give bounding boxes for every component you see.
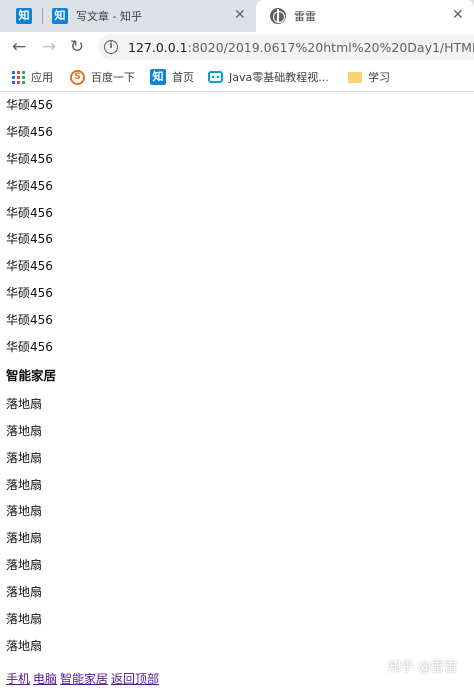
list-item: 华硕456 — [6, 205, 53, 220]
zhihu-icon: 知 — [52, 8, 68, 24]
list-item: 落地扇 — [6, 585, 43, 600]
zhihu-icon: 知 — [16, 8, 32, 24]
list-item: 落地扇 — [6, 477, 43, 492]
folder-icon — [348, 71, 362, 83]
baidu-icon: S — [70, 69, 85, 85]
tab-write-article[interactable]: 知 写文章 - 知乎 ✕ — [44, 0, 256, 32]
bilibili-icon — [208, 71, 223, 83]
bookmark-label: 学习 — [368, 71, 390, 84]
tab-active[interactable]: 雷雷 ✕ — [256, 0, 474, 32]
bookmark-study[interactable]: 学习 — [348, 68, 390, 86]
list-item: 华硕456 — [6, 259, 53, 274]
browser-toolbar: ← → ↻ i 127.0.0.1:8020/2019.0617%20html%… — [0, 32, 474, 62]
reload-button[interactable]: ↻ — [66, 36, 88, 58]
forward-button[interactable]: → — [38, 36, 60, 58]
tab-strip: 知 知 写文章 - 知乎 ✕ 雷雷 ✕ — [0, 0, 474, 32]
link-computer[interactable]: 电脑 — [33, 672, 57, 686]
tab-separator — [42, 8, 43, 24]
url-text[interactable]: 127.0.0.1:8020/2019.0617%20html%20%20Day… — [128, 40, 474, 55]
list-item: 华硕456 — [6, 286, 53, 301]
bookmark-label: 应用 — [31, 71, 53, 84]
section-heading: 智能家居 — [6, 367, 57, 383]
bookmark-label: Java零基础教程视... — [229, 71, 329, 84]
list-item: 华硕456 — [6, 124, 53, 139]
list-item: 落地扇 — [6, 504, 43, 519]
list-item: 落地扇 — [6, 450, 43, 465]
list-item: 落地扇 — [6, 558, 43, 573]
list-item: 落地扇 — [6, 531, 43, 546]
bookmark-apps[interactable]: 应用 — [12, 68, 53, 86]
tab-title: 雷雷 — [294, 10, 316, 23]
bookmark-java-video[interactable]: Java零基础教程视... — [208, 68, 329, 86]
bookmark-label: 首页 — [172, 71, 194, 84]
list-item: 华硕456 — [6, 340, 53, 355]
tab-zhihu-pinned[interactable]: 知 — [0, 0, 40, 32]
watermark: 知乎 @雷雷 — [388, 660, 458, 675]
info-icon[interactable]: i — [104, 40, 118, 54]
close-icon[interactable]: ✕ — [452, 7, 464, 23]
list-item: 落地扇 — [6, 396, 43, 411]
list-item: 华硕456 — [6, 178, 53, 193]
bookmark-baidu[interactable]: S 百度一下 — [70, 68, 135, 86]
zhihu-icon: 知 — [150, 69, 166, 85]
list-item: 落地扇 — [6, 612, 43, 627]
list-item: 华硕456 — [6, 313, 53, 328]
anchor-links: 手机 电脑 智能家居 返回顶部 — [6, 670, 162, 687]
list-item: 落地扇 — [6, 423, 43, 438]
globe-icon — [270, 8, 286, 24]
apps-icon — [12, 70, 25, 84]
address-bar[interactable]: i 127.0.0.1:8020/2019.0617%20html%20%20D… — [98, 34, 474, 60]
bookmark-label: 百度一下 — [91, 71, 135, 84]
list-item: 华硕456 — [6, 151, 53, 166]
link-phone[interactable]: 手机 — [6, 672, 30, 686]
link-back-to-top[interactable]: 返回顶部 — [111, 672, 159, 686]
back-button[interactable]: ← — [8, 36, 30, 58]
list-item: 华硕456 — [6, 98, 53, 112]
page-content: 华硕456 华硕456 华硕456 华硕456 华硕456 华硕456 华硕45… — [6, 92, 468, 660]
url-host: 127.0.0.1 — [128, 39, 188, 55]
close-icon[interactable]: ✕ — [234, 7, 246, 23]
url-path: :8020/2019.0617%20html%20%20Day1/HTML/4 — [187, 39, 474, 55]
tab-title: 写文章 - 知乎 — [76, 10, 142, 23]
bookmark-home[interactable]: 知 首页 — [150, 68, 194, 86]
link-smart-home[interactable]: 智能家居 — [60, 672, 108, 686]
list-item: 华硕456 — [6, 232, 53, 247]
bookmarks-bar: 应用 S 百度一下 知 首页 Java零基础教程视... 学习 — [0, 62, 474, 92]
